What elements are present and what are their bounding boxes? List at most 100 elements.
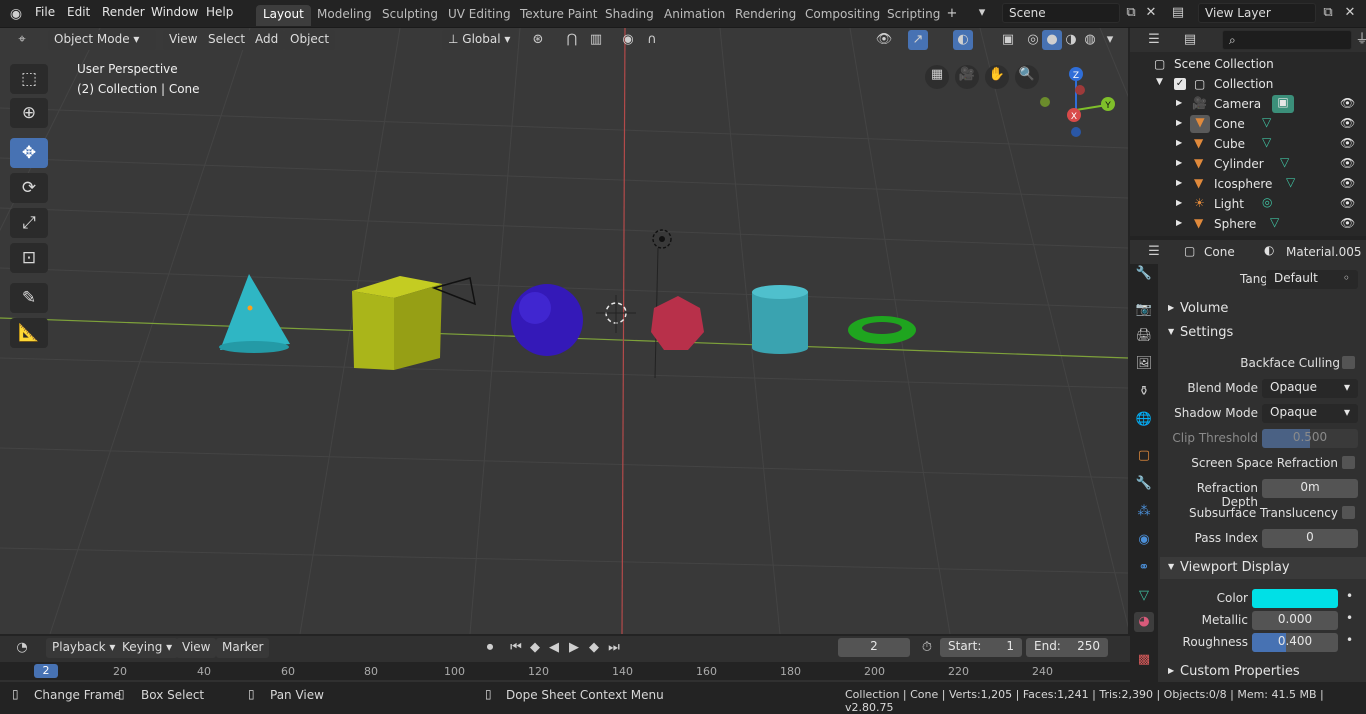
tool-measure[interactable]: 📐 (10, 318, 48, 348)
playhead[interactable]: 2 (34, 664, 58, 678)
particles-tab-icon[interactable]: ⁂ (1134, 502, 1154, 522)
tool-scale[interactable]: ⤢ (10, 208, 48, 238)
chevron-right-icon[interactable]: ▶ (1176, 198, 1182, 207)
eye-icon[interactable]: 👁 (1340, 136, 1355, 150)
tab-rendering[interactable]: Rendering (728, 5, 803, 26)
current-frame-field[interactable]: 2 (838, 638, 910, 657)
record-icon[interactable]: ⏺ (480, 638, 500, 658)
play-reverse-icon[interactable]: ◀ (544, 638, 564, 658)
section-volume[interactable]: ▶ Volume (1160, 298, 1366, 320)
chevron-right-icon[interactable]: ▶ (1176, 218, 1182, 227)
cylinder-object[interactable] (752, 285, 808, 354)
color-swatch[interactable] (1252, 589, 1338, 608)
outliner-item-sphere[interactable]: ▶ ▼ Sphere ▽ 👁 (1130, 214, 1366, 234)
snap-icon[interactable]: ⋂ (562, 30, 582, 50)
menu-help[interactable]: Help (206, 5, 233, 19)
camera-view-icon[interactable]: 🎥 (955, 65, 979, 89)
blender-logo-icon[interactable]: ◉ (6, 4, 26, 24)
world-tab-icon[interactable]: 🌐 (1134, 410, 1154, 430)
eye-icon[interactable]: 👁 (1340, 176, 1355, 190)
tab-animation[interactable]: Animation (657, 5, 732, 26)
tab-uv-editing[interactable]: UV Editing (441, 5, 518, 26)
add-workspace-icon[interactable]: + (942, 4, 962, 24)
metallic-slider[interactable]: 0.000 (1252, 611, 1338, 630)
roughness-slider[interactable]: 0.400 (1252, 633, 1338, 652)
start-frame-field[interactable]: Start: 1 (940, 638, 1022, 657)
timeline-view-menu[interactable]: View (176, 638, 217, 658)
material-tab-icon[interactable]: ◕ (1134, 612, 1154, 632)
scene-close-icon[interactable]: ✕ (1141, 3, 1161, 23)
pan-view-icon[interactable]: ✋ (985, 65, 1009, 89)
snap-target-icon[interactable]: ▥ (586, 30, 606, 50)
next-keyframe-icon[interactable]: ◆ (584, 638, 604, 658)
mesh-data-icon[interactable]: ▽ (1262, 135, 1271, 149)
tangent-dropdown[interactable]: Default ◦ (1266, 270, 1358, 289)
menu-select[interactable]: Select (202, 30, 252, 50)
shading-wireframe-icon[interactable]: ◎ (1023, 30, 1043, 50)
refraction-depth-field[interactable]: 0m (1262, 479, 1358, 498)
object-mode-dropdown[interactable]: Object Mode ▾ (48, 30, 156, 50)
view-layer-close-icon[interactable]: ✕ (1340, 3, 1360, 23)
chevron-right-icon[interactable]: ▶ (1176, 158, 1182, 167)
mesh-data-tab-icon[interactable]: ▽ (1134, 586, 1154, 606)
eye-icon[interactable]: 👁 (1340, 156, 1355, 170)
mesh-data-icon[interactable]: ▽ (1286, 175, 1295, 189)
menu-edit[interactable]: Edit (67, 5, 90, 19)
view-layer-copy-icon[interactable]: ⧉ (1318, 3, 1338, 23)
render-tab-icon[interactable]: 📷 (1134, 300, 1154, 320)
outliner-item-cylinder[interactable]: ▶ ▼ Cylinder ▽ 👁 (1130, 154, 1366, 174)
stopwatch-icon[interactable]: ⏱ (917, 638, 937, 658)
filter-icon[interactable]: ⏚ (1352, 30, 1366, 50)
3d-cursor[interactable] (596, 295, 636, 333)
tab-texture-paint[interactable]: Texture Paint (513, 5, 604, 26)
xray-icon[interactable]: ▣ (998, 30, 1018, 50)
section-viewport-display[interactable]: ▼ Viewport Display (1160, 557, 1366, 579)
view-layer-icon[interactable]: ▤ (1168, 3, 1188, 23)
editor-type-icon[interactable]: ⌖ (12, 30, 32, 50)
backface-culling-checkbox[interactable] (1342, 356, 1355, 369)
outliner-collection[interactable]: ▼ ✓ ▢ Collection (1130, 74, 1366, 94)
tab-sculpting[interactable]: Sculpting (375, 5, 445, 26)
scene-copy-icon[interactable]: ⧉ (1121, 3, 1141, 23)
mesh-data-icon[interactable]: ▽ (1280, 155, 1289, 169)
shadow-mode-dropdown[interactable]: Opaque ▾ (1262, 404, 1358, 423)
visibility-icon[interactable]: 👁 (874, 30, 894, 50)
section-settings[interactable]: ▼ Settings (1160, 322, 1366, 344)
play-icon[interactable]: ▶ (564, 638, 584, 658)
outliner-editor-icon[interactable]: ☰ (1144, 30, 1164, 50)
shading-material-icon[interactable]: ◑ (1061, 30, 1081, 50)
chevron-right-icon[interactable]: ▶ (1176, 118, 1182, 127)
3d-viewport[interactable]: ⌖ Object Mode ▾ View Select Add Object ⊥… (0, 28, 1128, 634)
eye-icon[interactable]: 👁 (1340, 96, 1355, 110)
playback-dropdown[interactable]: Playback ▾ (46, 638, 122, 658)
outliner-item-cone[interactable]: ▶ ▼ Cone ▽ 👁 (1130, 114, 1366, 134)
scene-tab-icon[interactable]: ⚱ (1134, 382, 1154, 402)
tab-shading[interactable]: Shading (598, 5, 661, 26)
eye-icon[interactable]: 👁 (1340, 216, 1355, 230)
tool-cursor[interactable]: ⊕ (10, 98, 48, 128)
gizmo-toggle-icon[interactable]: ↗ (908, 30, 928, 50)
menu-view[interactable]: View (163, 30, 204, 50)
jump-start-icon[interactable]: ⏮ (506, 638, 526, 658)
chevron-right-icon[interactable]: ▶ (1176, 138, 1182, 147)
toggle-perspective-icon[interactable]: ▦ (925, 65, 949, 89)
constraints-tab-icon[interactable]: ⚭ (1134, 558, 1154, 578)
chevron-right-icon[interactable]: ▶ (1176, 178, 1182, 187)
view-layer-field[interactable]: View Layer (1198, 3, 1316, 23)
properties-editor-icon[interactable]: ☰ (1144, 242, 1164, 262)
light-data-icon[interactable]: ◎ (1262, 195, 1272, 209)
chevron-right-icon[interactable]: ▶ (1176, 98, 1182, 107)
torus-object[interactable] (848, 316, 916, 344)
sss-checkbox[interactable] (1342, 506, 1355, 519)
timeline-editor-icon[interactable]: ◔ (12, 638, 32, 658)
overlay-toggle-icon[interactable]: ◐ (953, 30, 973, 50)
outliner-item-cube[interactable]: ▶ ▼ Cube ▽ 👁 (1130, 134, 1366, 154)
tab-layout[interactable]: Layout (256, 5, 311, 26)
shading-solid-icon[interactable]: ● (1042, 30, 1062, 50)
sphere-object[interactable] (511, 284, 583, 356)
outliner-scene-collection[interactable]: ▢ Scene Collection (1130, 54, 1366, 74)
eye-icon[interactable]: 👁 (1340, 116, 1355, 130)
pass-index-field[interactable]: 0 (1262, 529, 1358, 548)
display-mode-icon[interactable]: ▤ (1180, 30, 1200, 50)
pivot-icon[interactable]: ⊛ (528, 30, 548, 50)
